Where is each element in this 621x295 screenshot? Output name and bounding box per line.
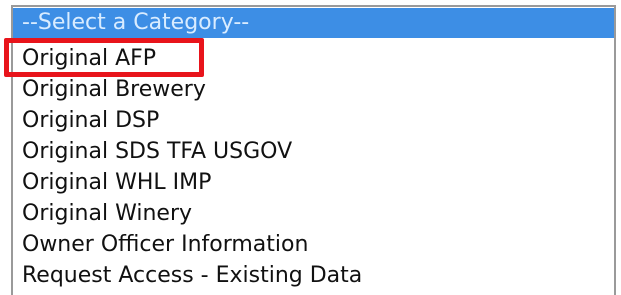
category-listbox[interactable]: --Select a Category-- Original AFP Origi… — [11, 5, 616, 295]
option-request-access-existing-data[interactable]: Request Access - Existing Data — [13, 261, 614, 291]
option-original-afp[interactable]: Original AFP — [13, 44, 614, 74]
option-original-winery[interactable]: Original Winery — [13, 199, 614, 229]
option-owner-officer-information[interactable]: Owner Officer Information — [13, 230, 614, 260]
option-original-dsp[interactable]: Original DSP — [13, 106, 614, 136]
option-original-whl-imp[interactable]: Original WHL IMP — [13, 168, 614, 198]
option-original-sds-tfa-usgov[interactable]: Original SDS TFA USGOV — [13, 137, 614, 167]
option-select-a-category[interactable]: --Select a Category-- — [13, 8, 614, 38]
option-original-brewery[interactable]: Original Brewery — [13, 75, 614, 105]
